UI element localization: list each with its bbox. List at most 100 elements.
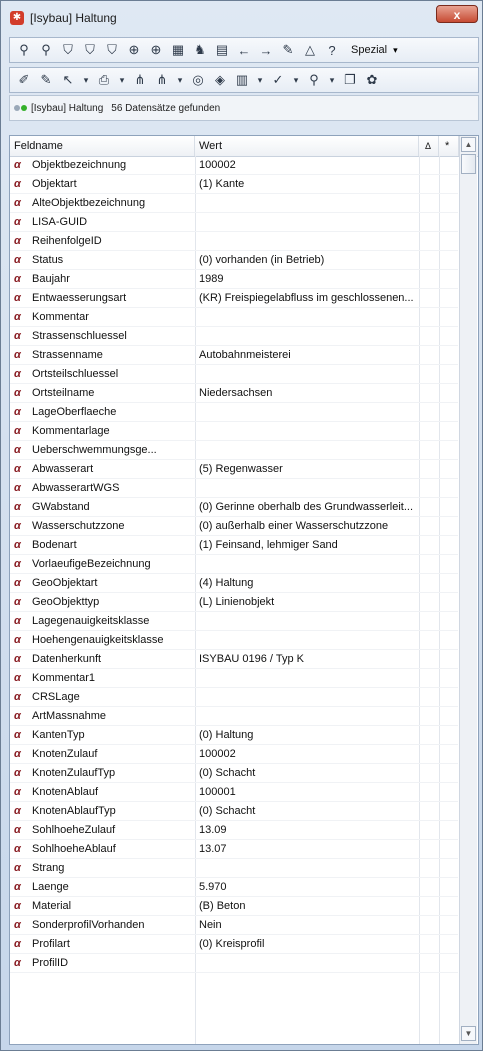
field-value[interactable]: (0) außerhalb einer Wasserschutzzone xyxy=(199,517,388,535)
forward-arrow-icon[interactable]: → xyxy=(255,40,277,60)
column-header-star[interactable]: * xyxy=(439,136,459,156)
table-icon[interactable]: ▤ xyxy=(211,40,233,60)
table-row[interactable]: α ReihenfolgeID xyxy=(10,232,458,251)
field-value[interactable]: (1) Kante xyxy=(199,175,244,193)
table-row[interactable]: α Profilart (0) Kreisprofil xyxy=(10,935,458,954)
field-value[interactable]: 5.970 xyxy=(199,878,227,896)
table-row[interactable]: α ProfilID xyxy=(10,954,458,973)
table-row[interactable]: α SonderprofilVorhanden Nein xyxy=(10,916,458,935)
table-row[interactable]: α LageOberflaeche xyxy=(10,403,458,422)
table-row[interactable]: α Hoehengenauigkeitsklasse xyxy=(10,631,458,650)
title-bar[interactable]: ✱ [Isybau] Haltung x xyxy=(1,1,484,35)
field-value[interactable]: Niedersachsen xyxy=(199,384,272,402)
zoom-icon[interactable]: ◎ xyxy=(187,70,209,90)
table-row[interactable]: α Kommentar xyxy=(10,308,458,327)
select-icon[interactable]: ↖ xyxy=(57,70,79,90)
back-arrow-icon[interactable]: ← xyxy=(233,40,255,60)
field-value[interactable]: 100002 xyxy=(199,745,236,763)
column-header-feldname[interactable]: Feldname xyxy=(10,136,195,156)
field-value[interactable]: (KR) Freispiegelabfluss im geschlossenen… xyxy=(199,289,414,307)
export-icon[interactable]: ⎙ xyxy=(93,70,115,90)
field-value[interactable]: 100002 xyxy=(199,156,236,174)
vertical-scrollbar[interactable]: ▲ ▼ xyxy=(459,136,477,1044)
report-icon[interactable]: ▥ xyxy=(231,70,253,90)
table-row[interactable]: α KnotenAblaufTyp (0) Schacht xyxy=(10,802,458,821)
table-row[interactable]: α Material (B) Beton xyxy=(10,897,458,916)
spezial-menu-label[interactable]: Spezial xyxy=(351,44,387,56)
field-value[interactable]: (0) Schacht xyxy=(199,764,255,782)
table-row[interactable]: α VorlaeufigeBezeichnung xyxy=(10,555,458,574)
scroll-up-button[interactable]: ▲ xyxy=(461,137,476,152)
field-value[interactable]: (L) Linienobjekt xyxy=(199,593,274,611)
close-button[interactable]: x xyxy=(436,5,478,23)
field-value[interactable]: (5) Regenwasser xyxy=(199,460,283,478)
edit-icon[interactable]: ✎ xyxy=(277,40,299,60)
dropdown-icon[interactable]: ▾ xyxy=(289,70,303,90)
spezial-dropdown-icon[interactable]: ▾ xyxy=(393,45,398,56)
table-row[interactable]: α Kommentar1 xyxy=(10,669,458,688)
field-value[interactable]: 13.07 xyxy=(199,840,227,858)
field-value[interactable]: (0) vorhanden (in Betrieb) xyxy=(199,251,324,269)
table-row[interactable]: α KnotenAblauf 100001 xyxy=(10,783,458,802)
table-row[interactable]: α KnotenZulauf 100002 xyxy=(10,745,458,764)
filter-add-icon[interactable]: ⛉ xyxy=(79,40,101,60)
dropdown-icon[interactable]: ▾ xyxy=(253,70,267,90)
map-icon[interactable]: ◈ xyxy=(209,70,231,90)
field-value[interactable]: 100001 xyxy=(199,783,236,801)
table-row[interactable]: α AbwasserartWGS xyxy=(10,479,458,498)
binoculars-icon[interactable]: ⚲ xyxy=(13,40,35,60)
filter-remove-icon[interactable]: ⛉ xyxy=(101,40,123,60)
table-row[interactable]: α Ortsteilschluessel xyxy=(10,365,458,384)
zoom-add-icon[interactable]: ⊕ xyxy=(145,40,167,60)
table-row[interactable]: α Ortsteilname Niedersachsen xyxy=(10,384,458,403)
table-row[interactable]: α SohlhoeheAblauf 13.07 xyxy=(10,840,458,859)
pencil-icon[interactable]: ✐ xyxy=(13,70,35,90)
table-row[interactable]: α SohlhoeheZulauf 13.09 xyxy=(10,821,458,840)
scroll-thumb[interactable] xyxy=(461,154,476,174)
field-value[interactable]: (0) Schacht xyxy=(199,802,255,820)
table-row[interactable]: α Objektart (1) Kante xyxy=(10,175,458,194)
column-header-wert[interactable]: Wert xyxy=(195,136,419,156)
field-value[interactable]: Nein xyxy=(199,916,222,934)
find-icon[interactable]: ♞ xyxy=(189,40,211,60)
table-row[interactable]: α GWabstand (0) Gerinne oberhalb des Grund… xyxy=(10,498,458,517)
dropdown-icon[interactable]: ▾ xyxy=(325,70,339,90)
zoom-selection-icon[interactable]: ⊕ xyxy=(123,40,145,60)
magnify-icon[interactable]: ⚲ xyxy=(303,70,325,90)
table-row[interactable]: α KnotenZulaufTyp (0) Schacht xyxy=(10,764,458,783)
help-icon[interactable]: ? xyxy=(321,40,343,60)
table-row[interactable]: α GeoObjektart (4) Haltung xyxy=(10,574,458,593)
table-row[interactable]: α Objektbezeichnung 100002 xyxy=(10,156,458,175)
network-add-icon[interactable]: ⋔ xyxy=(151,70,173,90)
table-row[interactable]: α Status (0) vorhanden (in Betrieb) xyxy=(10,251,458,270)
scroll-down-button[interactable]: ▼ xyxy=(461,1026,476,1041)
field-value[interactable]: (0) Kreisprofil xyxy=(199,935,264,953)
table-row[interactable]: α Entwaesserungsart (KR) Freispiegelabflus… xyxy=(10,289,458,308)
chart-icon[interactable]: ▦ xyxy=(167,40,189,60)
binoculars-next-icon[interactable]: ⚲ xyxy=(35,40,57,60)
table-row[interactable]: α ArtMassnahme xyxy=(10,707,458,726)
check-icon[interactable]: ✓ xyxy=(267,70,289,90)
table-row[interactable]: α Bodenart (1) Feinsand, lehmiger Sand xyxy=(10,536,458,555)
table-row[interactable]: α LISA-GUID xyxy=(10,213,458,232)
field-value[interactable]: ISYBAU 0196 / Typ K xyxy=(199,650,304,668)
pencil-edit-icon[interactable]: ✎ xyxy=(35,70,57,90)
field-value[interactable]: 13.09 xyxy=(199,821,227,839)
table-row[interactable]: α Lagegenauigkeitsklasse xyxy=(10,612,458,631)
table-row[interactable]: α GeoObjekttyp (L) Linienobjekt xyxy=(10,593,458,612)
plugin-icon[interactable]: ✿ xyxy=(361,70,383,90)
table-row[interactable]: α Laenge 5.970 xyxy=(10,878,458,897)
table-row[interactable]: α Strassenname Autobahnmeisterei xyxy=(10,346,458,365)
table-row[interactable]: α Abwasserart (5) Regenwasser xyxy=(10,460,458,479)
table-row[interactable]: α Strassenschluessel xyxy=(10,327,458,346)
table-row[interactable]: α Datenherkunft ISYBAU 0196 / Typ K xyxy=(10,650,458,669)
field-value[interactable]: Autobahnmeisterei xyxy=(199,346,291,364)
field-value[interactable]: 1989 xyxy=(199,270,223,288)
filter-icon[interactable]: ⛉ xyxy=(57,40,79,60)
field-value[interactable]: (0) Haltung xyxy=(199,726,253,744)
network-icon[interactable]: ⋔ xyxy=(129,70,151,90)
dropdown-icon[interactable]: ▾ xyxy=(115,70,129,90)
measure-icon[interactable]: △ xyxy=(299,40,321,60)
copy-icon[interactable]: ❐ xyxy=(339,70,361,90)
table-row[interactable]: α Baujahr 1989 xyxy=(10,270,458,289)
